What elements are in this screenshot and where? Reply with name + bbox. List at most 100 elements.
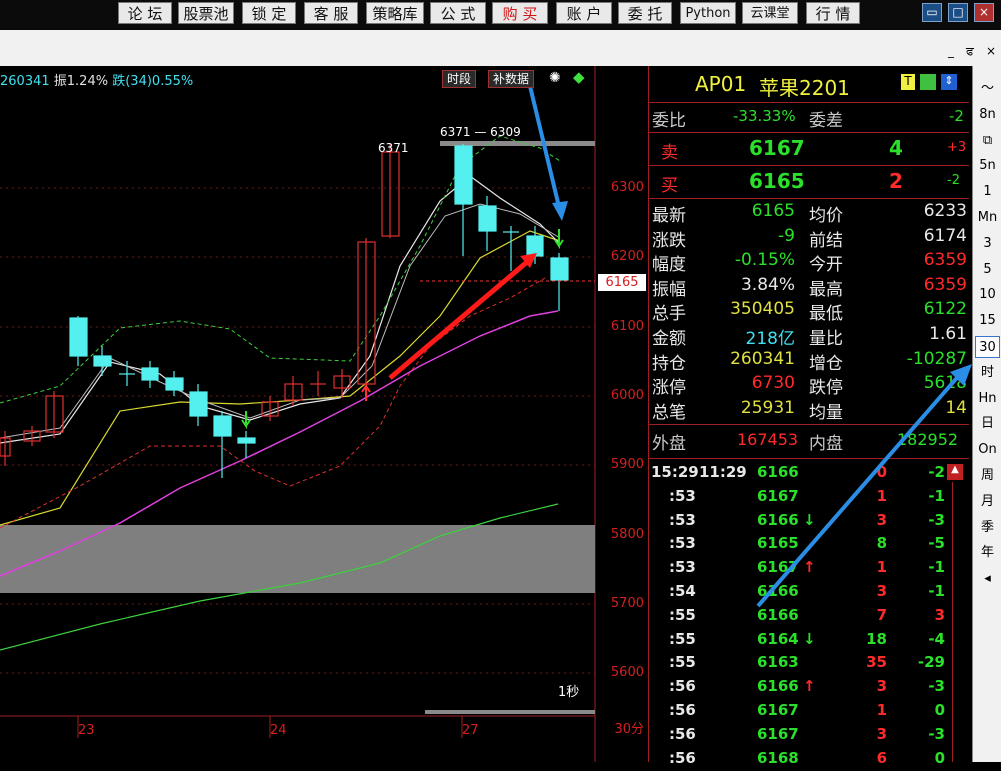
period-3[interactable]: 5n <box>975 155 1000 177</box>
tick-row: :55 6163 35 -29 <box>649 653 949 675</box>
menu-market[interactable]: 行 情 <box>806 2 860 24</box>
menu-account[interactable]: 账 户 <box>556 2 612 24</box>
menu-service[interactable]: 客 服 <box>304 2 358 24</box>
period-7[interactable]: 5 <box>975 259 1000 281</box>
t-icon[interactable]: T <box>901 74 915 90</box>
quote-value: 6233 <box>923 201 967 221</box>
menu-formula[interactable]: 公 式 <box>430 2 486 24</box>
buy-change: -2 <box>947 173 960 188</box>
period-10[interactable]: 30 <box>975 336 1000 358</box>
tick-time: :56 <box>669 701 696 719</box>
sell-volume: 4 <box>889 136 903 160</box>
tick-row: :55 6164 ↓ 18 -4 <box>649 630 949 652</box>
menu-forum[interactable]: 论 坛 <box>118 2 172 24</box>
wb-label: 委比 <box>652 111 686 131</box>
tick-delta: -3 <box>928 724 945 743</box>
open-interest: 260341 <box>0 74 50 89</box>
period-button[interactable]: 时段 <box>442 70 477 88</box>
period-5[interactable]: Mn <box>975 207 1000 229</box>
maximize-button[interactable]: □ <box>948 3 968 22</box>
quote-label: 金额 <box>652 329 686 349</box>
menu-python[interactable]: Python <box>680 2 736 24</box>
tick-delta: -3 <box>928 677 945 696</box>
tick-time: :55 <box>669 629 696 648</box>
sell-change: +3 <box>947 140 967 155</box>
tick-volume: 18 <box>866 629 887 648</box>
tick-price: 6163 <box>757 653 799 672</box>
xaxis-label-27: 27 <box>462 723 479 738</box>
quote-value: -9 <box>778 225 795 246</box>
quote-label: 最低 <box>809 304 843 325</box>
tick-price: 6166 <box>757 677 799 696</box>
tick-volume: 3 <box>876 677 887 696</box>
outer-label: 外盘 <box>652 434 686 454</box>
quote-label: 量比 <box>809 329 843 349</box>
tick-volume: 35 <box>866 653 887 672</box>
refresh-icon[interactable] <box>920 74 936 90</box>
tick-time: :56 <box>669 748 696 767</box>
tick-row: :56 6167 1 0 <box>649 701 949 723</box>
blue-pointer-arrow <box>756 364 972 608</box>
tick-delta: -4 <box>928 629 945 648</box>
tick-price: 6167 <box>757 724 799 743</box>
ylabel-6200: 6200 <box>610 249 644 264</box>
diamond-icon[interactable]: ◆ <box>573 68 585 86</box>
top-note: 6371 — 6309 <box>440 125 521 139</box>
period-0[interactable]: 〜 <box>975 78 1000 100</box>
tick-row: :56 6167 3 -3 <box>649 725 949 747</box>
close-button[interactable]: × <box>974 3 994 22</box>
wc-value: -2 <box>949 107 964 125</box>
minimize-button[interactable]: ▭ <box>922 3 942 22</box>
kline-chart[interactable]: 6371 6371 — 6309 1秒 23 24 27 <box>0 66 600 762</box>
ylabel-5800: 5800 <box>610 527 644 542</box>
tick-time: :53 <box>669 534 696 553</box>
quote-value: 218亿 <box>745 329 795 349</box>
period-9[interactable]: 15 <box>975 310 1000 332</box>
period-4[interactable]: 1 <box>975 181 1000 203</box>
period-2[interactable]: ⧉ <box>975 130 1000 152</box>
tick-price: 6164 <box>757 629 799 648</box>
quote-label: 最新 <box>652 206 686 226</box>
menu-strategy[interactable]: 策略库 <box>366 2 424 24</box>
refresh-interval: 1秒 <box>558 685 579 700</box>
sub-close-button[interactable]: × <box>986 44 996 58</box>
period-1[interactable]: 8n <box>975 104 1000 126</box>
fill-data-button[interactable]: 补数据 <box>488 70 535 88</box>
settings-gear-icon[interactable]: ✺ <box>549 70 561 86</box>
quote-label: 最高 <box>809 279 843 300</box>
sub-minimize-button[interactable]: _ <box>948 44 954 58</box>
xaxis-label-23: 23 <box>78 723 95 738</box>
period-label: 30分 <box>614 722 644 737</box>
sub-restore-button[interactable]: ਫ <box>966 44 974 59</box>
tick-time: :55 <box>669 653 696 672</box>
tick-row: :56 6166 ↑ 3 -3 <box>649 677 949 699</box>
ylabel-5600: 5600 <box>610 665 644 680</box>
tick-delta: 0 <box>934 701 945 719</box>
sell-label: 卖 <box>661 143 678 163</box>
menu-order[interactable]: 委 托 <box>618 2 672 24</box>
wb-value: -33.33% <box>733 107 796 125</box>
zone-band <box>0 525 595 593</box>
top-menu-bar: 论 坛 股票池 锁 定 客 服 策略库 公 式 购 买 账 户 委 托 Pyth… <box>0 0 1001 30</box>
period-6[interactable]: 3 <box>975 233 1000 255</box>
quote-value: 6165 <box>751 201 795 221</box>
wc-label: 委差 <box>809 111 843 131</box>
buy-volume: 2 <box>889 169 903 193</box>
menu-stock-pool[interactable]: 股票池 <box>178 2 234 24</box>
price-axis: 6300 6200 6100 6000 5900 5800 5700 5600 … <box>595 66 648 762</box>
chart-status-line: 260341 振1.24% 跌(34)0.55% <box>0 70 193 89</box>
menu-class[interactable]: 云课堂 <box>742 2 798 24</box>
buy-price: 6165 <box>749 169 805 193</box>
menu-buy[interactable]: 购 买 <box>492 2 548 24</box>
tick-time: :53 <box>669 510 696 529</box>
tick-time: :53 <box>669 558 696 577</box>
blue-annotation-arrow <box>528 85 562 212</box>
quote-label: 振幅 <box>652 279 686 300</box>
menu-lock[interactable]: 锁 定 <box>242 2 296 24</box>
quote-label: 幅度 <box>652 255 686 276</box>
updown-icon[interactable]: ⇕ <box>941 74 957 90</box>
quote-label: 持仓 <box>652 353 686 374</box>
tick-direction: ↓ <box>803 629 816 648</box>
ylabel-6000: 6000 <box>610 388 644 403</box>
period-8[interactable]: 10 <box>975 284 1000 306</box>
